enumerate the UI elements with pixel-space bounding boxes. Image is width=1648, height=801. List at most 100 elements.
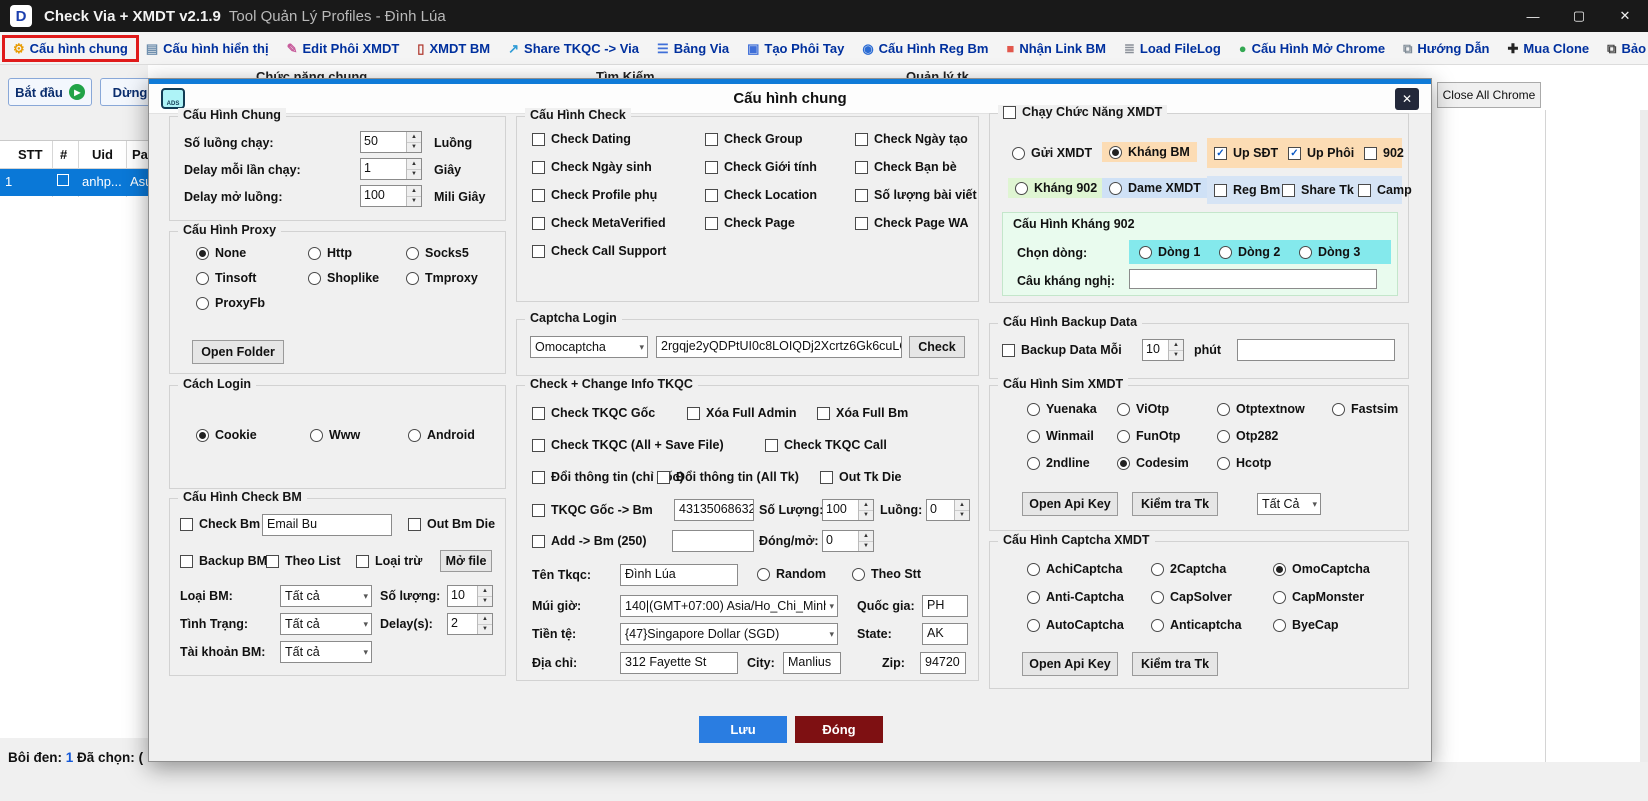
sim-radio[interactable]: Otp282: [1217, 429, 1402, 443]
toolbar-item[interactable]: ◉ Cấu Hình Reg Bm: [853, 37, 997, 60]
tkqc-option[interactable]: Check TKQC Call: [765, 438, 972, 452]
email-bu-input[interactable]: Email Bu: [262, 514, 392, 536]
toolbar-item[interactable]: ⧉ Bảo Clone: [1598, 37, 1648, 60]
tkqc-option[interactable]: Đổi thông tin (All Tk): [657, 470, 820, 484]
tkqc-goc-bm-input[interactable]: 4313506863234: [674, 499, 754, 521]
check-option[interactable]: Check Location: [705, 188, 817, 202]
khang-bm-radio[interactable]: Kháng BM: [1102, 142, 1197, 162]
minimize-button[interactable]: —: [1510, 0, 1556, 32]
theo-list-checkbox[interactable]: Theo List: [266, 554, 341, 568]
close-all-chrome-button[interactable]: Close All Chrome: [1437, 82, 1541, 108]
delay-mo-luong-spinner[interactable]: 100▲▼: [360, 185, 422, 207]
dia-chi-input[interactable]: 312 Fayette St: [620, 652, 738, 674]
toolbar-item[interactable]: ⧉ Hướng Dẫn: [1394, 37, 1498, 60]
toolbar-item[interactable]: ✚ Mua Clone: [1499, 37, 1599, 60]
sim-radio[interactable]: ViOtp: [1117, 402, 1217, 416]
so-luong-spinner[interactable]: 10▲▼: [447, 585, 493, 607]
toolbar-item[interactable]: ■ Nhận Link BM: [997, 37, 1115, 60]
quoc-gia-input[interactable]: PH: [922, 595, 968, 617]
mui-gio-select[interactable]: 140|(GMT+07:00) Asia/Ho_Chi_Minh▾: [620, 595, 838, 617]
login-radio[interactable]: Android: [408, 428, 496, 442]
check-option[interactable]: Check Profile phụ: [532, 188, 666, 202]
sim-radio[interactable]: Hcotp: [1217, 456, 1402, 470]
tkqc-option[interactable]: Xóa Full Admin: [687, 406, 817, 420]
delay-moi-lan-spinner[interactable]: 1▲▼: [360, 158, 422, 180]
khang-902-radio[interactable]: Kháng 902: [1008, 178, 1104, 198]
check-option[interactable]: Check Bạn bè: [855, 160, 977, 174]
captcha-radio[interactable]: Anti-Captcha: [1027, 590, 1151, 604]
check-option[interactable]: Check Dating: [532, 132, 666, 146]
tkqc-option[interactable]: Out Tk Die: [820, 470, 972, 484]
check-option[interactable]: Check Ngày tạo: [855, 132, 977, 146]
ten-tkqc-input[interactable]: Đình Lúa: [620, 564, 738, 586]
dong-mo-spinner[interactable]: 0▲▼: [822, 530, 874, 552]
captcha-radio[interactable]: CapSolver: [1151, 590, 1273, 604]
dialog-close-button[interactable]: ✕: [1395, 88, 1419, 110]
loai-bm-select[interactable]: Tất cả▾: [280, 585, 372, 607]
captcha-radio[interactable]: AutoCaptcha: [1027, 618, 1151, 632]
tinh-trang-select[interactable]: Tất cả▾: [280, 613, 372, 635]
captcha-radio[interactable]: CapMonster: [1273, 590, 1402, 604]
check-option[interactable]: Check Group: [705, 132, 817, 146]
dong-radio[interactable]: Dòng 1: [1139, 245, 1219, 259]
backup-minutes-spinner[interactable]: 10▲▼: [1142, 339, 1184, 361]
add-bm-input[interactable]: [672, 530, 754, 552]
backup-data-checkbox[interactable]: Backup Data Mỗi: [1002, 343, 1122, 357]
xmdt-check-option[interactable]: Up SĐT: [1214, 146, 1288, 160]
khang-nghi-input[interactable]: [1129, 269, 1377, 289]
toolbar-item[interactable]: ↗ Share TKQC -> Via: [499, 37, 648, 60]
captcha-open-api-button[interactable]: Open Api Key: [1022, 652, 1118, 676]
sim-radio[interactable]: Fastsim: [1332, 402, 1402, 416]
backup-bm-checkbox[interactable]: Backup BM: [180, 554, 267, 568]
maximize-button[interactable]: ▢: [1556, 0, 1602, 32]
delay-spinner[interactable]: 2▲▼: [447, 613, 493, 635]
proxy-radio[interactable]: None: [196, 246, 308, 260]
table-row[interactable]: 1 anhp... Asu: [0, 169, 148, 196]
add-bm-checkbox[interactable]: Add -> Bm (250): [532, 534, 647, 548]
proxy-radio[interactable]: Http: [308, 246, 406, 260]
captcha-radio[interactable]: ByeCap: [1273, 618, 1402, 632]
check-bm-checkbox[interactable]: Check Bm: [180, 517, 260, 531]
row-checkbox[interactable]: [57, 174, 69, 186]
tkqc-option[interactable]: Check TKQC (All + Save File): [532, 438, 765, 452]
tkqc-goc-bm-checkbox[interactable]: TKQC Gốc -> Bm: [532, 503, 653, 517]
toolbar-item[interactable]: ● Cấu Hình Mở Chrome: [1230, 37, 1394, 60]
toolbar-item[interactable]: ≣ Load FileLog: [1115, 37, 1230, 60]
state-input[interactable]: AK: [922, 623, 968, 645]
sim-radio[interactable]: Codesim: [1117, 456, 1217, 470]
tien-te-select[interactable]: {47}Singapore Dollar (SGD)▾: [620, 623, 838, 645]
xmdt-check-option[interactable]: Camp: [1358, 183, 1412, 197]
loai-tru-checkbox[interactable]: Loại trừ: [356, 554, 422, 568]
zip-input[interactable]: 94720: [920, 652, 966, 674]
dong-radio[interactable]: Dòng 3: [1299, 245, 1391, 259]
check-option[interactable]: Số lượng bài viết: [855, 188, 977, 202]
toolbar-item[interactable]: ▯ XMDT BM: [408, 37, 499, 60]
xmdt-check-option[interactable]: Up Phôi: [1288, 146, 1364, 160]
proxy-radio[interactable]: Tmproxy: [406, 271, 486, 285]
scrollbar[interactable]: [1640, 110, 1648, 762]
tkqc-option[interactable]: Xóa Full Bm: [817, 406, 972, 420]
xmdt-legend-checkbox[interactable]: [1003, 106, 1016, 119]
city-input[interactable]: Manlius: [783, 652, 841, 674]
toolbar-item[interactable]: ☰ Bảng Via: [648, 37, 738, 60]
check-option[interactable]: Check Page WA: [855, 216, 977, 230]
toolbar-item[interactable]: ⚙ Cấu hình chung: [4, 37, 137, 60]
tkqc-so-luong-spinner[interactable]: 100▲▼: [822, 499, 874, 521]
check-option[interactable]: Check Call Support: [532, 244, 666, 258]
captcha-check-button[interactable]: Check: [909, 336, 965, 358]
xmdt-check-option[interactable]: Reg Bm: [1214, 183, 1282, 197]
captcha-radio[interactable]: OmoCaptcha: [1273, 562, 1402, 576]
captcha-kiem-tra-button[interactable]: Kiểm tra Tk: [1132, 652, 1218, 676]
xmdt-check-option[interactable]: Share Tk: [1282, 183, 1358, 197]
captcha-radio[interactable]: AchiCaptcha: [1027, 562, 1151, 576]
sim-radio[interactable]: FunOtp: [1117, 429, 1217, 443]
sim-open-api-button[interactable]: Open Api Key: [1022, 492, 1118, 516]
save-button[interactable]: Lưu: [699, 716, 787, 743]
proxy-radio[interactable]: Tinsoft: [196, 271, 308, 285]
captcha-provider-select[interactable]: Omocaptcha▾: [530, 336, 648, 358]
proxy-radio[interactable]: Socks5: [406, 246, 486, 260]
tkqc-option[interactable]: Đổi thông tin (chỉ gốc): [532, 470, 657, 484]
close-dialog-button[interactable]: Đóng: [795, 716, 883, 743]
sim-radio[interactable]: Yuenaka: [1027, 402, 1117, 416]
toolbar-item[interactable]: ✎ Edit Phôi XMDT: [278, 37, 409, 60]
